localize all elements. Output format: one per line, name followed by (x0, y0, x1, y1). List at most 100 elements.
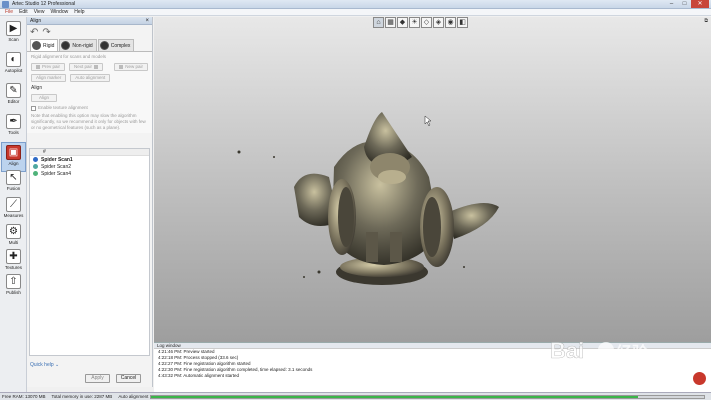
align-button[interactable]: Align (31, 94, 58, 102)
model-right-wing (449, 203, 499, 239)
tool-label: Publish (6, 290, 21, 295)
complex-icon (99, 41, 109, 50)
next-pair-button[interactable]: Next pair (69, 63, 104, 71)
tool-label: Editor (7, 99, 20, 104)
status-bar: Free RAM: 13070 MB Total memory in use: … (0, 392, 711, 400)
tab-label: Non-rigid (72, 42, 93, 49)
tool-tools[interactable]: ✒ Tools (1, 112, 26, 142)
align-tabs: Rigid Non-rigid Complex (27, 39, 152, 52)
tool-scan[interactable]: ▶ Scan (1, 19, 26, 49)
apply-button[interactable]: Apply (85, 374, 110, 383)
artec-corner-logo (693, 372, 706, 385)
editor-icon: ✎ (6, 83, 21, 98)
autopilot-icon: ◐ (6, 52, 21, 67)
scan-icon: ▶ (6, 21, 21, 36)
prev-pair-icon (36, 64, 40, 69)
scan-color-icon (33, 157, 38, 162)
tool-label: Multi (8, 240, 19, 245)
list-item[interactable]: Spider Scan4 (30, 170, 149, 177)
menu-edit[interactable]: Edit (16, 9, 31, 15)
tab-complex[interactable]: Complex (97, 39, 135, 51)
tab-label: Complex (110, 42, 131, 49)
scan-noise-speck (273, 156, 275, 158)
tool-label: Align (8, 161, 19, 166)
tool-editor[interactable]: ✎ Editor (1, 81, 26, 111)
tab-label: Rigid (43, 42, 55, 49)
progress-bar (150, 395, 705, 399)
mouse-cursor-icon (424, 115, 432, 127)
app-logo-icon (2, 1, 9, 8)
title-bar: Artec Studio 12 Professional – □ ✕ (0, 0, 711, 9)
fusion-icon: ↖ (6, 170, 21, 185)
scanned-model-render (237, 112, 499, 285)
align-section-label: Align (31, 85, 43, 91)
close-button[interactable]: ✕ (691, 0, 709, 8)
tool-label: Autopilot (4, 68, 23, 73)
pair-buttons: Prev pair Next pair New pair (31, 63, 148, 71)
panel-title-text: Align (30, 18, 42, 24)
tool-label: Fusion (6, 186, 21, 191)
next-pair-icon (94, 64, 99, 69)
svg-text:Bai: Bai (550, 338, 584, 363)
align-marker-button[interactable]: Align marker (31, 74, 67, 82)
tool-measures[interactable]: ⟋ Measures (1, 195, 26, 225)
quick-help-text: Quick help (30, 362, 54, 368)
list-item[interactable]: Spider Scan1 (30, 156, 149, 163)
scan-noise-speck (463, 266, 465, 268)
model-left-leg (366, 232, 378, 262)
tab-non-rigid[interactable]: Non-rigid (59, 39, 97, 51)
undo-icon[interactable]: ↶ (30, 28, 38, 38)
publish-icon: ⇧ (6, 274, 21, 289)
checkbox-icon[interactable] (31, 105, 36, 111)
model-right-disk-inner (423, 197, 441, 257)
align-icon: ▣ (6, 145, 21, 160)
tools-icon: ✒ (6, 114, 21, 129)
tab-rigid[interactable]: Rigid (30, 39, 59, 51)
left-toolbar: ▶ Scan ◐ Autopilot ✎ Editor ✒ Tools ▣ Al… (0, 17, 27, 393)
tool-autopilot[interactable]: ◐ Autopilot (1, 50, 26, 80)
prev-pair-button[interactable]: Prev pair (31, 63, 66, 71)
rigid-description: Rigid alignment for scans and models (31, 54, 107, 59)
model-left-disk-inner (338, 187, 354, 247)
panel-title: Align × (27, 17, 152, 25)
scan-color-icon (33, 171, 38, 176)
button-label: Prev pair (42, 64, 61, 69)
list-header: # (30, 149, 149, 156)
scan-name: Spider Scan1 (41, 156, 73, 163)
tool-label: Tools (8, 130, 19, 135)
menu-window[interactable]: Window (47, 9, 71, 15)
list-item[interactable]: Spider Scan2 (30, 163, 149, 170)
menu-file[interactable]: File (2, 9, 16, 15)
free-ram-status: Free RAM: 13070 MB (2, 394, 46, 399)
scan-name: Spider Scan2 (41, 163, 72, 170)
redo-icon[interactable]: ↷ (42, 28, 50, 38)
texture-alignment-checkbox[interactable]: Enable texture alignment (31, 105, 148, 111)
tool-fusion[interactable]: ↖ Fusion (1, 168, 26, 198)
window-title: Artec Studio 12 Professional (12, 1, 76, 7)
textures-icon: ✚ (6, 249, 21, 264)
rigid-icon (32, 41, 41, 50)
scan-noise-speck (237, 150, 241, 154)
menu-help[interactable]: Help (71, 9, 87, 15)
button-label: New pair (125, 64, 143, 69)
svg-text:jingyan.baidu.com: jingyan.baidu.com (551, 364, 625, 374)
maximize-button[interactable]: □ (678, 0, 691, 8)
progress-fill (151, 396, 638, 398)
panel-close-icon[interactable]: × (145, 17, 149, 25)
menu-view[interactable]: View (31, 9, 48, 15)
auto-alignment-button[interactable]: Auto alignment (70, 74, 111, 82)
new-pair-button[interactable]: New pair (114, 63, 148, 71)
measures-icon: ⟋ (6, 197, 21, 212)
non-rigid-icon (61, 41, 71, 50)
multi-icon: ⚙ (6, 224, 21, 239)
minimize-button[interactable]: – (665, 0, 678, 8)
tool-publish[interactable]: ⇧ Publish (1, 272, 26, 302)
3d-viewport[interactable]: ⌂ ▦ ◆ ☀ ◇ ◈ ◉ ◧ ⧉ (154, 17, 711, 342)
scan-name: Spider Scan4 (41, 170, 72, 177)
texture-note: Note that enabling this option may slow … (31, 113, 146, 130)
cancel-button[interactable]: Cancel (116, 374, 141, 383)
tool-label: Measures (3, 213, 24, 218)
quick-help-link[interactable]: Quick help ⌄ (30, 362, 59, 368)
button-label: Next pair (74, 64, 93, 69)
checkbox-label: Enable texture alignment (38, 105, 88, 110)
